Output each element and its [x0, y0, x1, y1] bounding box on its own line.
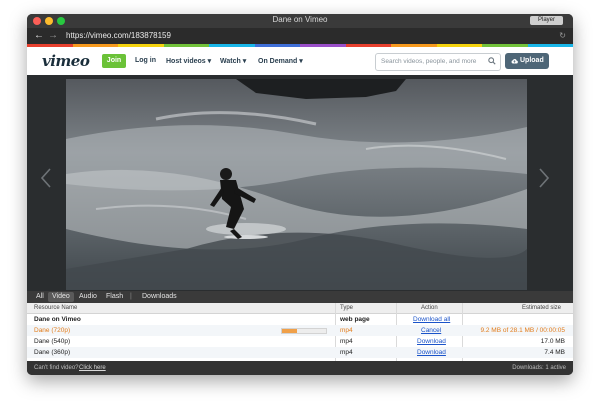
tab-flash[interactable]: Flash [102, 292, 127, 302]
chevron-down-icon: ▾ [242, 58, 247, 65]
join-button[interactable]: Join [102, 54, 126, 68]
table-row[interactable]: Dane on Vimeo web page Download all [27, 314, 573, 325]
chevron-right-icon[interactable] [539, 168, 549, 188]
address-bar: ← → https://vimeo.com/183878159 ↻ [27, 28, 573, 44]
chevron-down-icon: ▾ [207, 58, 212, 65]
tab-audio[interactable]: Audio [75, 292, 101, 302]
table-header: Resource Name Type Action Estimated size [27, 303, 573, 314]
col-resource-name: Resource Name [34, 305, 78, 311]
status-question: Can't find video? [34, 365, 79, 371]
col-estimated-size: Estimated size [522, 305, 562, 311]
download-progress-bar [281, 328, 327, 334]
status-bar: Can't find video? Click here Downloads: … [27, 361, 573, 375]
chevron-left-icon[interactable] [41, 168, 51, 188]
table-row[interactable]: Dane (540p) mp4 Download 17.0 MB [27, 336, 573, 347]
back-icon[interactable]: ← [34, 30, 44, 41]
search-placeholder: Search videos, people, and more [381, 58, 477, 65]
video-player[interactable] [66, 79, 527, 290]
forward-icon[interactable]: → [48, 30, 58, 41]
reload-icon[interactable]: ↻ [559, 31, 566, 40]
video-stage [27, 75, 573, 291]
tab-all[interactable]: All [32, 292, 48, 302]
on-demand-menu[interactable]: On Demand ▾ [258, 57, 303, 65]
chevron-down-icon: ▾ [299, 58, 303, 65]
table-row[interactable]: Dane (360p) mp4 Download 7.4 MB [27, 347, 573, 358]
vimeo-header: vimeo Join Log in Host videos ▾ Watch ▾ … [27, 47, 573, 141]
download-link[interactable]: Download [417, 338, 446, 346]
host-videos-menu[interactable]: Host videos ▾ [166, 57, 211, 65]
title-bar: Dane on Vimeo Player [27, 14, 573, 28]
download-link[interactable]: Download [417, 349, 446, 357]
tab-video[interactable]: Video [48, 292, 74, 302]
vimeo-logo[interactable]: vimeo [42, 52, 90, 70]
upload-button[interactable]: Upload [505, 53, 549, 69]
url-field[interactable]: https://vimeo.com/183878159 [66, 31, 171, 40]
col-type: Type [340, 305, 354, 311]
tab-downloads[interactable]: Downloads [138, 292, 181, 302]
cancel-link[interactable]: Cancel [421, 327, 441, 335]
col-action: Action [421, 305, 438, 311]
downloads-status: Downloads: 1 active [512, 365, 566, 371]
browser-window: Dane on Vimeo Player ← → https://vimeo.c… [27, 14, 573, 375]
window-title: Dane on Vimeo [272, 15, 328, 24]
download-all-link[interactable]: Download all [413, 316, 450, 324]
tab-separator: | [130, 293, 132, 300]
table-row[interactable]: Dane (720p) mp4 Cancel 9.2 MB of 28.1 MB… [27, 325, 573, 336]
player-button[interactable]: Player [529, 16, 563, 25]
downloader-filter-tabs: All Video Audio Flash | Downloads [27, 291, 573, 303]
search-icon[interactable] [488, 57, 496, 65]
upload-cloud-icon [511, 59, 518, 64]
search-input[interactable]: Search videos, people, and more [375, 53, 501, 71]
login-link[interactable]: Log in [135, 57, 156, 64]
surfer-video-frame [66, 79, 527, 290]
watch-menu[interactable]: Watch ▾ [220, 57, 246, 65]
click-here-link[interactable]: Click here [79, 364, 106, 372]
resource-table: Resource Name Type Action Estimated size… [27, 303, 573, 361]
